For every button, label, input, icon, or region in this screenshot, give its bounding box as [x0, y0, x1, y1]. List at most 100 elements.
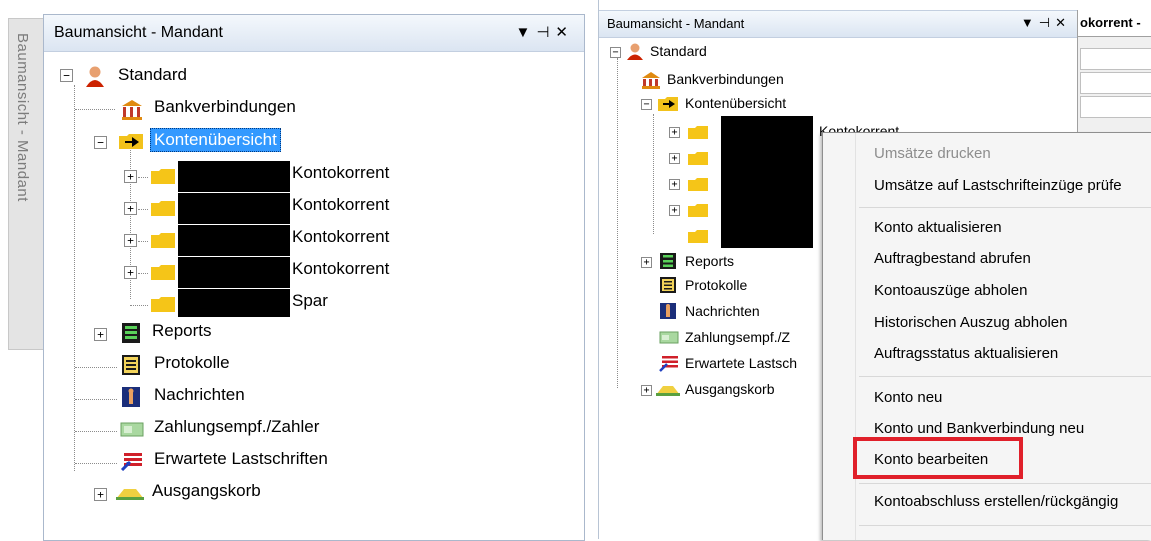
panel-title: Baumansicht - Mandant [54, 24, 223, 41]
collapse-toggle[interactable]: − [94, 136, 107, 149]
folder-icon [687, 228, 709, 249]
money-icon [120, 420, 144, 443]
redacted-block [178, 257, 290, 288]
tree-label: Bankverbindungen [667, 71, 784, 87]
tree-label: Kontokorrent [292, 259, 390, 278]
tree-line [75, 399, 117, 400]
panel-title: Baumansicht - Mandant [607, 16, 745, 31]
tree-label-selected: Kontenübersicht [150, 128, 281, 152]
expand-toggle[interactable]: + [124, 266, 137, 279]
user-icon [626, 42, 644, 65]
message-icon [120, 386, 142, 413]
menu-item-konto-neu[interactable]: Konto neu [874, 389, 942, 406]
expand-toggle[interactable]: + [669, 153, 680, 164]
tree-line [75, 463, 117, 464]
tree-line [75, 367, 117, 368]
menu-item-kontoauszuege[interactable]: Kontoauszüge abholen [874, 282, 1027, 299]
folder-icon [687, 176, 709, 197]
bank-icon [641, 71, 661, 94]
tree-line [74, 85, 75, 471]
close-icon[interactable]: ✕ [1055, 15, 1071, 30]
close-icon[interactable]: ✕ [555, 24, 574, 41]
outbox-icon [655, 383, 681, 402]
expand-toggle[interactable]: + [124, 170, 137, 183]
detail-field[interactable] [1080, 72, 1151, 94]
redacted-block [178, 289, 290, 317]
collapse-toggle[interactable]: − [641, 99, 652, 110]
panel-window-buttons[interactable]: ▼⊣✕ [515, 23, 574, 41]
collapse-toggle[interactable]: − [60, 69, 73, 82]
detail-header: okorrent - [1078, 10, 1151, 37]
side-tab-baumansicht[interactable]: Baumansicht - Mandant [8, 18, 43, 350]
message-icon [659, 302, 677, 325]
expand-toggle[interactable]: + [641, 257, 652, 268]
panel-titlebar: Baumansicht - Mandant ▼⊣✕ [599, 10, 1077, 38]
pin-icon[interactable]: ⊣ [536, 24, 555, 41]
tree-label: Protokolle [154, 353, 230, 372]
expand-toggle[interactable]: + [94, 488, 107, 501]
pin-icon[interactable]: ⊣ [1039, 15, 1055, 30]
menu-separator [859, 207, 1151, 208]
expand-toggle[interactable]: + [641, 385, 652, 396]
menu-item-umsaetze-pruefen[interactable]: Umsätze auf Lastschrifteinzüge prüfe [874, 177, 1122, 194]
folder-icon [150, 230, 176, 255]
log-icon [120, 354, 142, 381]
tree-label: Kontokorrent [292, 227, 390, 246]
tree-label: Standard [118, 65, 187, 84]
tree-line [75, 109, 115, 110]
tree-label: Ausgangskorb [152, 481, 261, 500]
expand-toggle[interactable]: + [669, 127, 680, 138]
bank-icon [120, 98, 144, 125]
expand-toggle[interactable]: + [94, 328, 107, 341]
folder-icon [150, 294, 176, 319]
arrow-folder-icon [118, 131, 144, 156]
menu-separator [859, 376, 1151, 377]
collapse-toggle[interactable]: − [610, 47, 621, 58]
tree-label: Zahlungsempf./Z [685, 329, 791, 345]
tree-label: Erwartete Lastsch [685, 355, 798, 371]
expand-toggle[interactable]: + [124, 234, 137, 247]
expand-toggle[interactable]: + [124, 202, 137, 215]
menu-item-historischer-auszug[interactable]: Historischen Auszug abholen [874, 314, 1067, 331]
tree-label: Kontokorrent [292, 195, 390, 214]
redacted-block [178, 161, 290, 192]
dropdown-icon[interactable]: ▼ [1021, 15, 1039, 30]
tree-line [617, 58, 618, 388]
direct-debit-icon [659, 355, 679, 377]
menu-item-konto-bankverbindung-neu[interactable]: Konto und Bankverbindung neu [874, 420, 1084, 437]
menu-item-auftragbestand[interactable]: Auftragbestand abrufen [874, 250, 1031, 267]
tree-label: Reports [685, 253, 735, 269]
highlight-annotation [853, 437, 1023, 479]
folder-icon [150, 262, 176, 287]
detail-field[interactable] [1080, 48, 1151, 70]
menu-item-auftragsstatus[interactable]: Auftragsstatus aktualisieren [874, 345, 1058, 362]
expand-toggle[interactable]: + [669, 179, 680, 190]
direct-debit-icon [120, 451, 144, 476]
menu-item-konto-aktualisieren[interactable]: Konto aktualisieren [874, 219, 1002, 236]
tree-label: Ausgangskorb [685, 381, 775, 397]
folder-icon [150, 166, 176, 191]
panel-window-buttons[interactable]: ▼⊣✕ [1021, 15, 1071, 31]
tree-label: Standard [650, 43, 707, 59]
menu-separator [859, 525, 1151, 526]
menu-item-umsaetze-drucken[interactable]: Umsätze drucken [874, 145, 991, 162]
tree-label: Zahlungsempf./Zahler [154, 417, 320, 436]
tree-label: Bankverbindungen [154, 97, 296, 116]
expand-toggle[interactable]: + [669, 205, 680, 216]
folder-icon [687, 202, 709, 223]
tree-label: Kontenübersicht [685, 95, 787, 111]
user-icon [84, 65, 106, 92]
money-icon [659, 330, 679, 350]
left-tree-panel: Baumansicht - Mandant ▼⊣✕ − Standard Ban… [43, 14, 585, 541]
tree-label: Protokolle [685, 277, 748, 293]
redacted-block [178, 225, 290, 256]
tree-line [75, 431, 117, 432]
folder-icon [150, 198, 176, 223]
tree-label: Reports [152, 321, 212, 340]
dropdown-icon[interactable]: ▼ [515, 24, 536, 41]
detail-field[interactable] [1080, 96, 1151, 118]
outbox-icon [114, 485, 146, 506]
menu-item-kontoabschluss[interactable]: Kontoabschluss erstellen/rückgängig [874, 493, 1118, 510]
side-tab-label: Baumansicht - Mandant [14, 33, 31, 202]
tree-label: Nachrichten [154, 385, 245, 404]
